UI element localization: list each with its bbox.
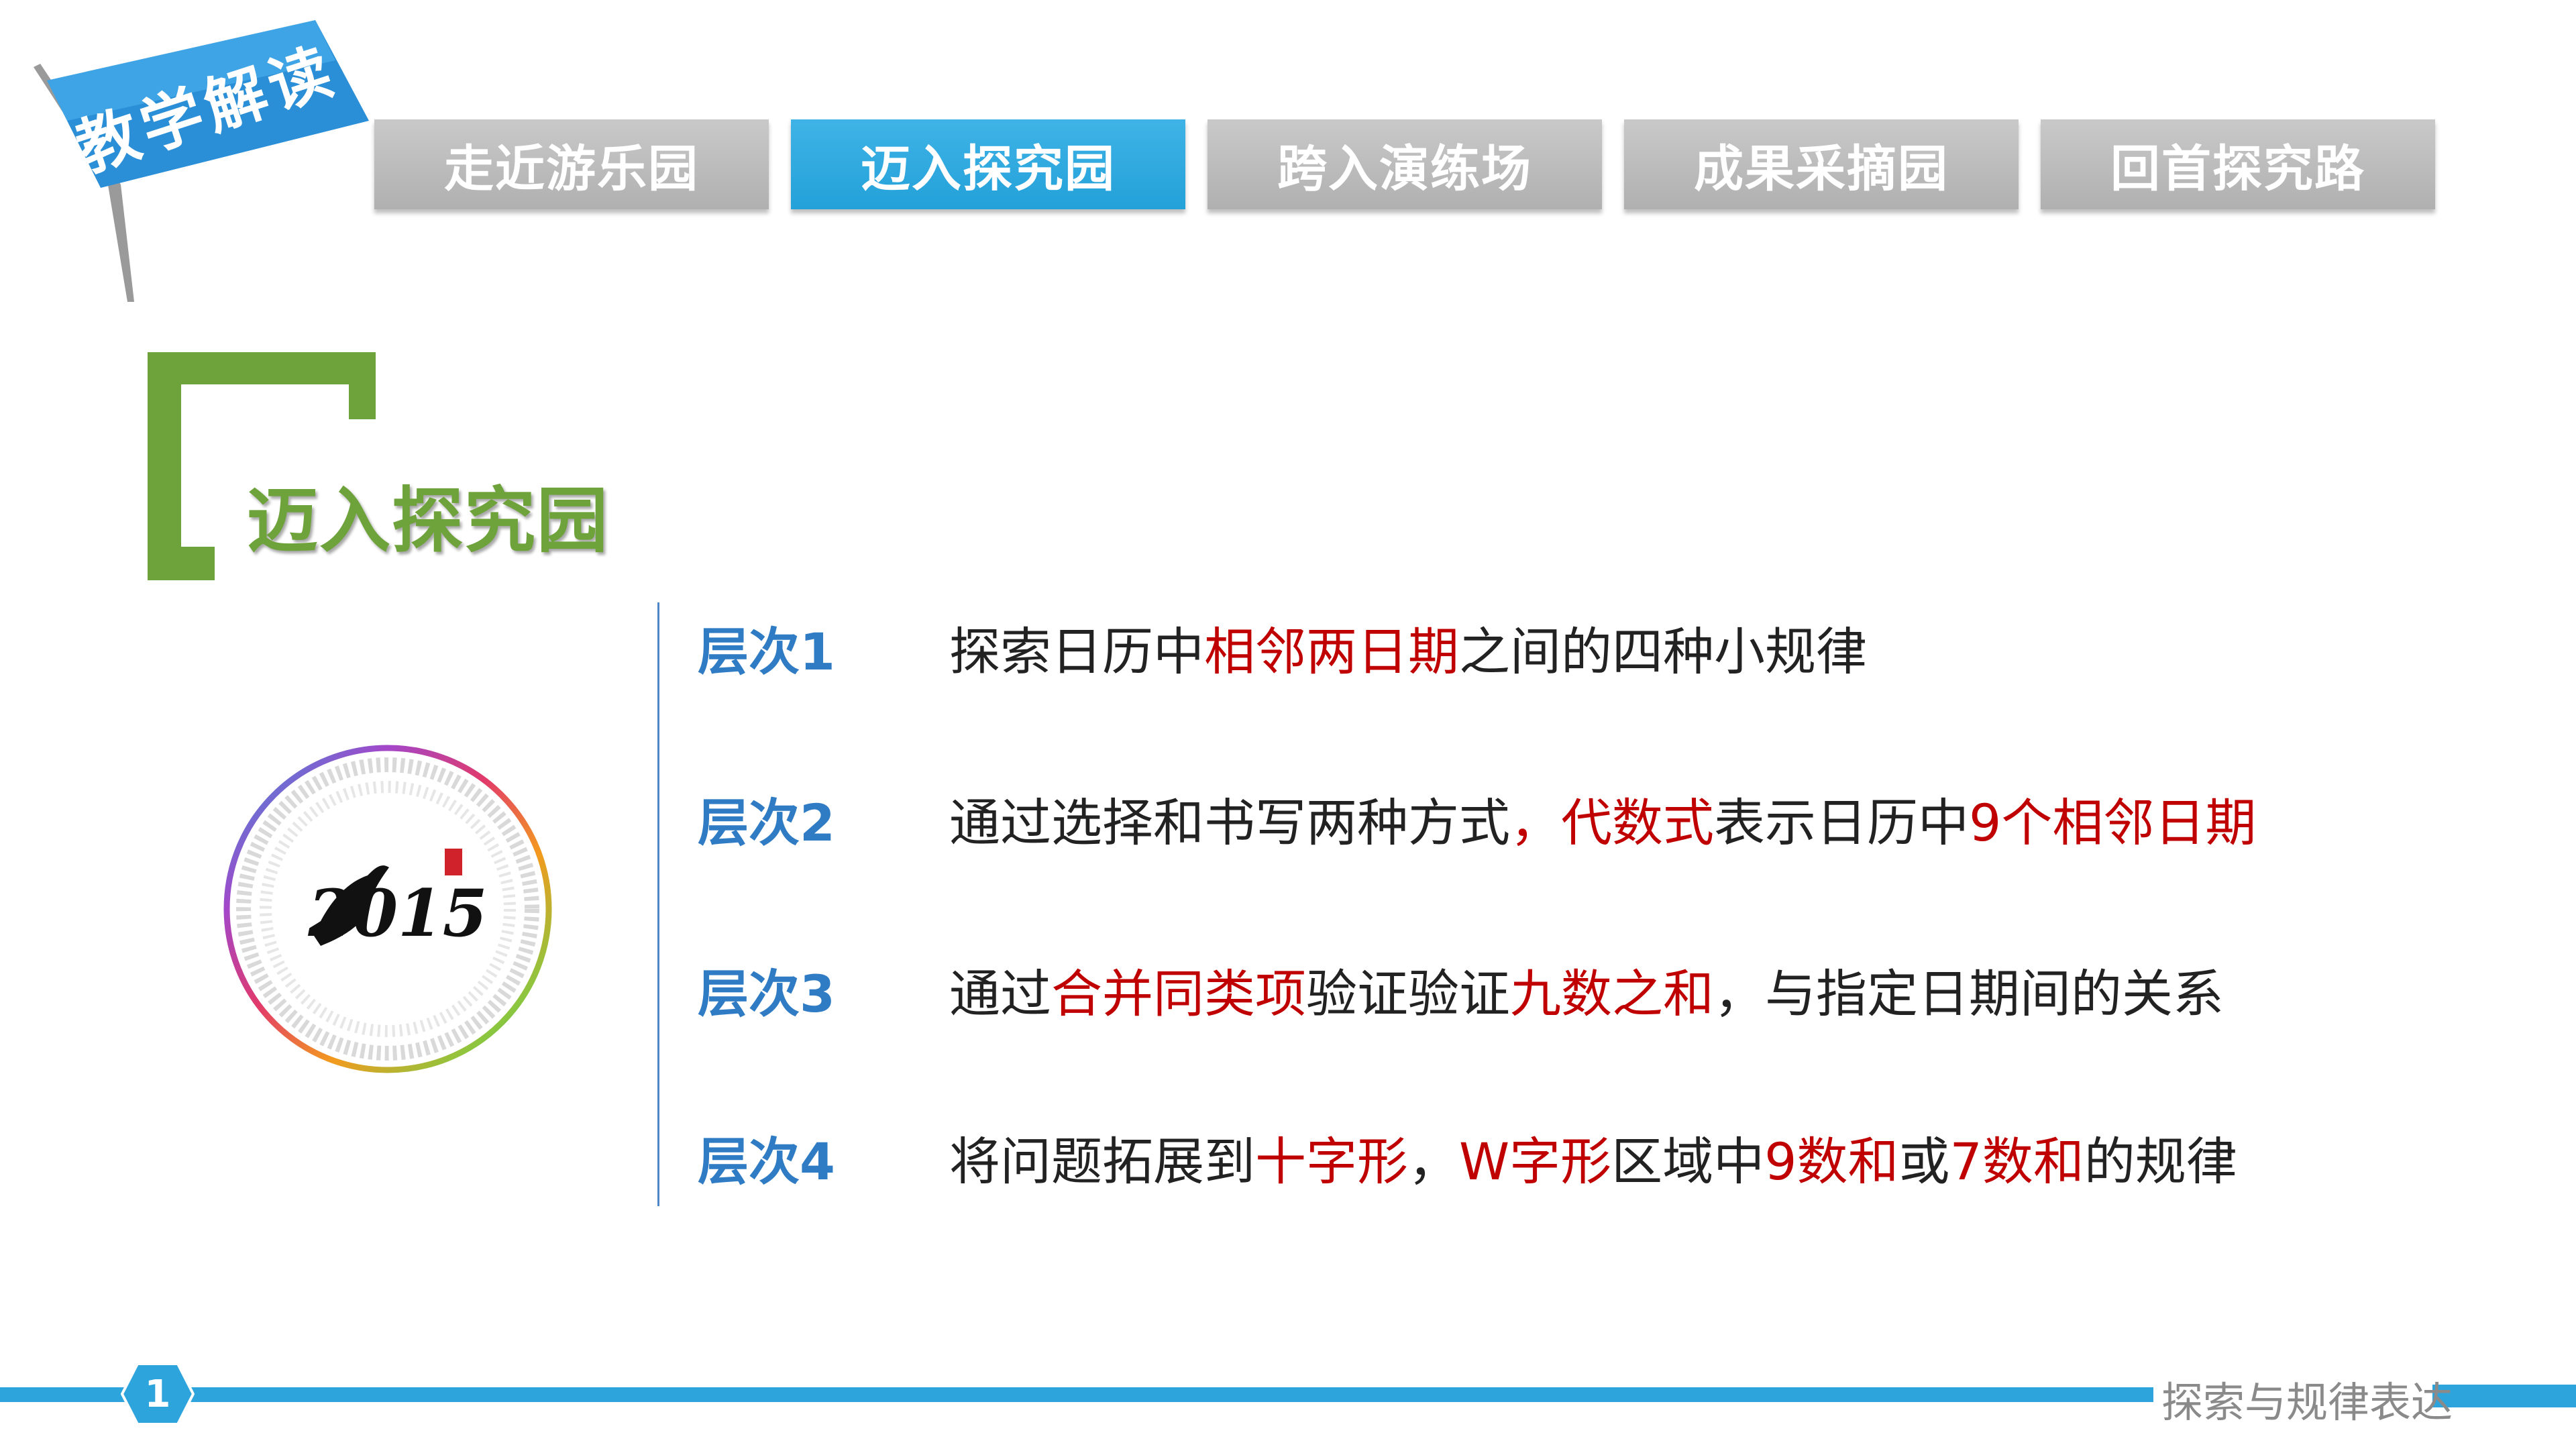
tab-inquiry-garden[interactable]: 迈入探究园 — [791, 119, 1185, 209]
level-text: 通过选择和书写两种方式，代数式表示日历中9个相邻日期 — [949, 793, 2257, 853]
tab-explore-playground[interactable]: 走近游乐园 — [374, 119, 769, 209]
level-text: 通过合并同类项验证验证九数之和，与指定日期间的关系 — [949, 964, 2224, 1024]
level-label: 层次2 — [698, 793, 835, 853]
tab-bar: 走近游乐园 迈入探究园 跨入演练场 成果采摘园 回首探究路 — [374, 119, 2437, 212]
footer-bar — [0, 1387, 2153, 1402]
tab-results-garden[interactable]: 成果采摘园 — [1624, 119, 2019, 209]
footer-caption: 探索与规律表达 — [2161, 1378, 2453, 1427]
level-row-4: 层次4 将问题拓展到十字形，W字形区域中9数和或7数和的规律 — [698, 1117, 2237, 1197]
calendar-2015-image: 2015 — [223, 745, 552, 1073]
vertical-divider — [657, 602, 659, 1206]
tab-review-path[interactable]: 回首探究路 — [2041, 119, 2435, 209]
level-label: 层次1 — [698, 622, 835, 682]
section-title: 迈入探究园 — [247, 480, 609, 562]
level-row-3: 层次3 通过合并同类项验证验证九数之和，与指定日期间的关系 — [698, 949, 2224, 1030]
tab-practice-field[interactable]: 跨入演练场 — [1208, 119, 1602, 209]
level-text: 探索日历中相邻两日期之间的四种小规律 — [949, 622, 1867, 682]
level-row-1: 层次1 探索日历中相邻两日期之间的四种小规律 — [698, 607, 1867, 688]
calendar-year: 2015 — [307, 875, 487, 951]
footer-bar-end — [2432, 1385, 2576, 1407]
level-text: 将问题拓展到十字形，W字形区域中9数和或7数和的规律 — [949, 1132, 2237, 1191]
ribbon-badge: 教学解读 — [34, 20, 369, 302]
page-number: 1 — [144, 1372, 171, 1416]
level-label: 层次3 — [698, 964, 835, 1024]
level-row-2: 层次2 通过选择和书写两种方式，代数式表示日历中9个相邻日期 — [698, 778, 2256, 859]
level-label: 层次4 — [698, 1132, 835, 1191]
